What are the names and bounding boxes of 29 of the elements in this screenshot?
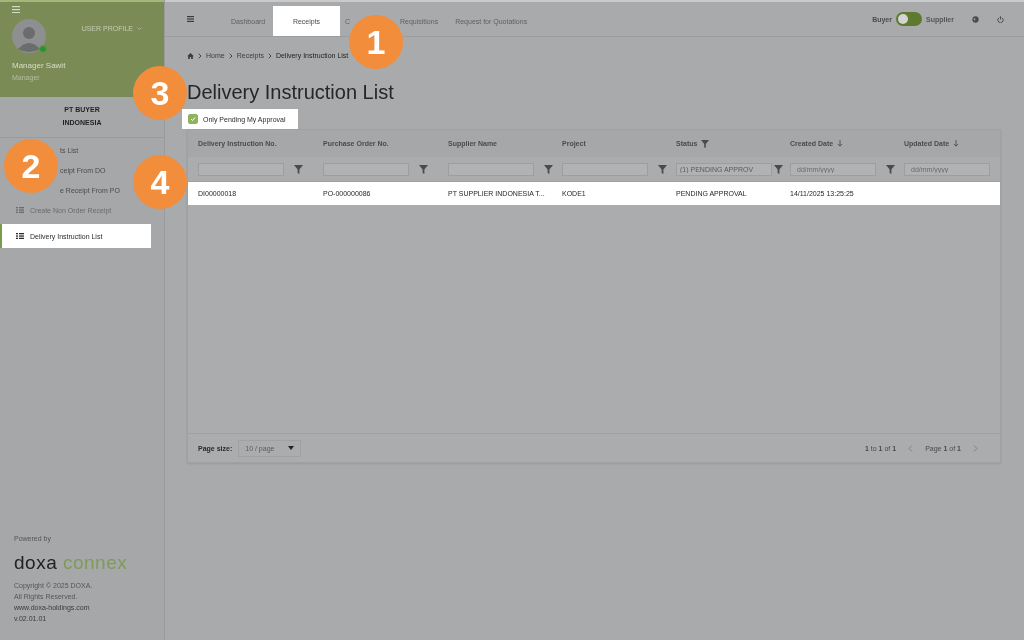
filter-icon[interactable]	[886, 164, 895, 174]
list-icon	[16, 233, 24, 239]
caret-icon	[288, 446, 295, 450]
list-icon	[16, 207, 24, 213]
menu-icon[interactable]	[187, 16, 194, 22]
doxa-connex-logo: doxa connex	[14, 552, 129, 574]
sort-down-icon[interactable]	[837, 140, 844, 147]
sort-down-icon[interactable]	[953, 140, 960, 147]
page-title: Delivery Instruction List	[187, 81, 394, 104]
filter-icon[interactable]	[701, 139, 710, 148]
checkbox[interactable]	[188, 114, 198, 124]
globe-icon[interactable]	[972, 15, 979, 23]
checkmark-icon	[190, 116, 196, 122]
filter-icon[interactable]	[544, 164, 553, 174]
chevron-icon	[228, 52, 233, 59]
home-icon[interactable]	[187, 52, 194, 59]
power-icon[interactable]	[997, 15, 1004, 23]
caret-icon[interactable]	[137, 27, 142, 30]
filter-icon[interactable]	[658, 164, 667, 174]
filter-icon[interactable]	[774, 164, 783, 174]
filter-icon[interactable]	[294, 164, 303, 174]
menu-icon[interactable]	[12, 6, 20, 13]
chevron-icon	[267, 52, 272, 59]
filter-icon[interactable]	[419, 164, 428, 174]
avatar	[12, 19, 46, 53]
chevron-icon	[198, 52, 202, 59]
role-toggle[interactable]	[896, 12, 922, 26]
user-name: Manager Sawit	[12, 61, 67, 70]
step-marker: 4	[133, 155, 187, 209]
